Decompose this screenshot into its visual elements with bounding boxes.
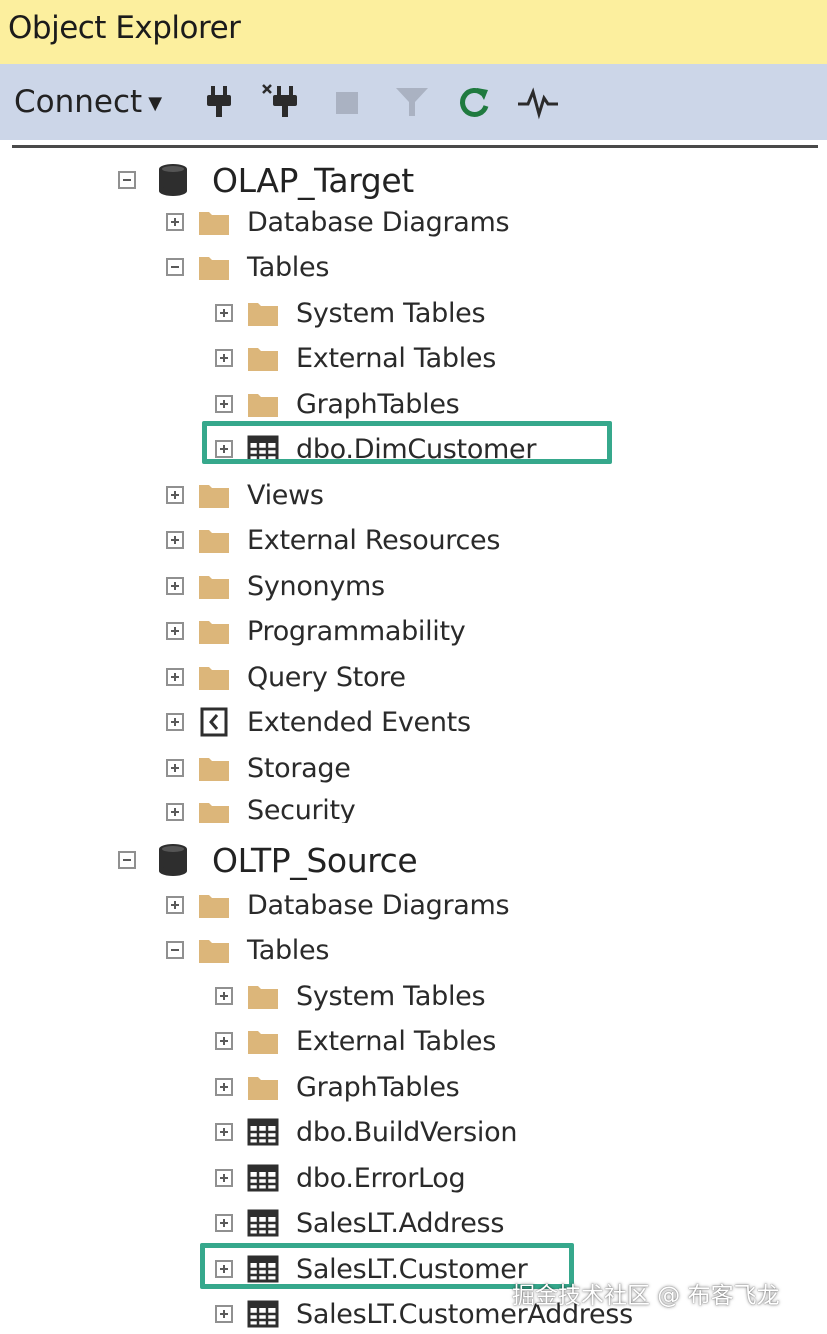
folder-icon — [198, 935, 230, 965]
expand-icon[interactable] — [215, 1032, 233, 1050]
tree-node-extended-events[interactable]: Extended Events — [166, 702, 471, 742]
extended-events-icon — [198, 707, 230, 737]
expand-icon[interactable] — [166, 803, 184, 821]
folder-icon — [247, 298, 279, 328]
tree-node-dbo-errorlog[interactable]: dbo.ErrorLog — [215, 1158, 466, 1198]
collapse-icon[interactable] — [166, 941, 184, 959]
expand-icon[interactable] — [215, 1123, 233, 1141]
tree-node-label: Database Diagrams — [247, 889, 510, 921]
folder-icon — [198, 616, 230, 646]
expand-icon[interactable] — [215, 1169, 233, 1187]
expand-icon[interactable] — [215, 395, 233, 413]
expand-icon[interactable] — [166, 531, 184, 549]
tree-node-query-store[interactable]: Query Store — [166, 657, 406, 697]
tree-node-label: SalesLT.Address — [296, 1207, 505, 1239]
expand-icon[interactable] — [215, 1214, 233, 1232]
watermark-text: 掘金技术社区 @ 布客飞龙 — [512, 1283, 780, 1309]
expand-icon[interactable] — [215, 1305, 233, 1323]
tree-node-label: Tables — [247, 934, 330, 966]
tree-node-saleslt-address[interactable]: SalesLT.Address — [215, 1203, 504, 1243]
tree-node-tables[interactable]: Tables — [166, 930, 329, 970]
folder-icon — [198, 662, 230, 692]
expand-icon[interactable] — [215, 304, 233, 322]
table-icon — [247, 1299, 279, 1329]
highlight-box — [202, 421, 612, 464]
tree-node-external-tables[interactable]: External Tables — [215, 1021, 496, 1061]
folder-icon — [198, 207, 230, 237]
table-icon — [247, 1163, 279, 1193]
tree-node-label: Storage — [247, 752, 351, 784]
tree-node-storage[interactable]: Storage — [166, 748, 351, 788]
tree-node-label: Views — [247, 479, 324, 511]
collapse-icon[interactable] — [118, 851, 136, 869]
collapse-icon[interactable] — [166, 258, 184, 276]
folder-icon — [198, 890, 230, 920]
tree-node-external-tables[interactable]: External Tables — [215, 338, 496, 378]
tree-node-label: OLAP_Target — [212, 160, 414, 200]
tree-node-database-diagrams[interactable]: Database Diagrams — [166, 885, 510, 925]
database-icon — [156, 162, 190, 198]
folder-icon — [198, 480, 230, 510]
tree-node-label: External Tables — [296, 342, 496, 374]
tree-node-olap-target[interactable]: OLAP_Target — [118, 160, 414, 200]
tree-node-label: OLTP_Source — [212, 840, 418, 880]
expand-icon[interactable] — [166, 622, 184, 640]
tree-node-tables[interactable]: Tables — [166, 247, 329, 287]
folder-icon — [198, 252, 230, 282]
tree-node-label: System Tables — [296, 980, 486, 1012]
tree-node-security[interactable]: Security — [166, 793, 355, 823]
tree-node-oltp-source[interactable]: OLTP_Source — [118, 840, 418, 880]
database-icon — [156, 842, 190, 878]
tree-node-label: dbo.BuildVersion — [296, 1116, 518, 1148]
tree-node-graph-tables[interactable]: GraphTables — [215, 1067, 460, 1107]
tree-node-views[interactable]: Views — [166, 475, 324, 515]
folder-icon — [198, 571, 230, 601]
tree-node-label: Extended Events — [247, 706, 471, 738]
tree-node-system-tables[interactable]: System Tables — [215, 976, 486, 1016]
tree-node-label: Query Store — [247, 661, 406, 693]
object-explorer-tree: OLAP_Target Database Diagrams Tables Sys… — [0, 0, 827, 1334]
tree-node-external-resources[interactable]: External Resources — [166, 520, 500, 560]
folder-icon — [247, 343, 279, 373]
tree-node-label: Synonyms — [247, 570, 385, 602]
tree-node-synonyms[interactable]: Synonyms — [166, 566, 385, 606]
folder-icon — [198, 798, 230, 823]
tree-node-database-diagrams[interactable]: Database Diagrams — [166, 202, 510, 242]
tree-node-label: External Tables — [296, 1025, 496, 1057]
folder-icon — [247, 389, 279, 419]
expand-icon[interactable] — [166, 577, 184, 595]
collapse-icon[interactable] — [118, 171, 136, 189]
expand-icon[interactable] — [215, 349, 233, 367]
tree-node-label: dbo.ErrorLog — [296, 1162, 466, 1194]
tree-node-dbo-buildversion[interactable]: dbo.BuildVersion — [215, 1112, 517, 1152]
tree-node-label: System Tables — [296, 297, 486, 329]
tree-node-programmability[interactable]: Programmability — [166, 611, 466, 651]
tree-node-label: Database Diagrams — [247, 206, 510, 238]
folder-icon — [198, 525, 230, 555]
folder-icon — [198, 753, 230, 783]
folder-icon — [247, 981, 279, 1011]
expand-icon[interactable] — [166, 668, 184, 686]
expand-icon[interactable] — [166, 759, 184, 777]
table-icon — [247, 1117, 279, 1147]
expand-icon[interactable] — [215, 987, 233, 1005]
tree-node-label: GraphTables — [296, 388, 460, 420]
folder-icon — [247, 1026, 279, 1056]
tree-node-graph-tables[interactable]: GraphTables — [215, 384, 460, 424]
tree-node-label: Security — [247, 795, 356, 823]
tree-node-system-tables[interactable]: System Tables — [215, 293, 486, 333]
expand-icon[interactable] — [166, 896, 184, 914]
folder-icon — [247, 1072, 279, 1102]
expand-icon[interactable] — [166, 213, 184, 231]
table-icon — [247, 1208, 279, 1238]
expand-icon[interactable] — [166, 713, 184, 731]
tree-node-label: External Resources — [247, 524, 501, 556]
expand-icon[interactable] — [166, 486, 184, 504]
expand-icon[interactable] — [215, 1078, 233, 1096]
tree-node-label: Tables — [247, 251, 330, 283]
tree-node-label: GraphTables — [296, 1071, 460, 1103]
tree-node-label: Programmability — [247, 615, 466, 647]
